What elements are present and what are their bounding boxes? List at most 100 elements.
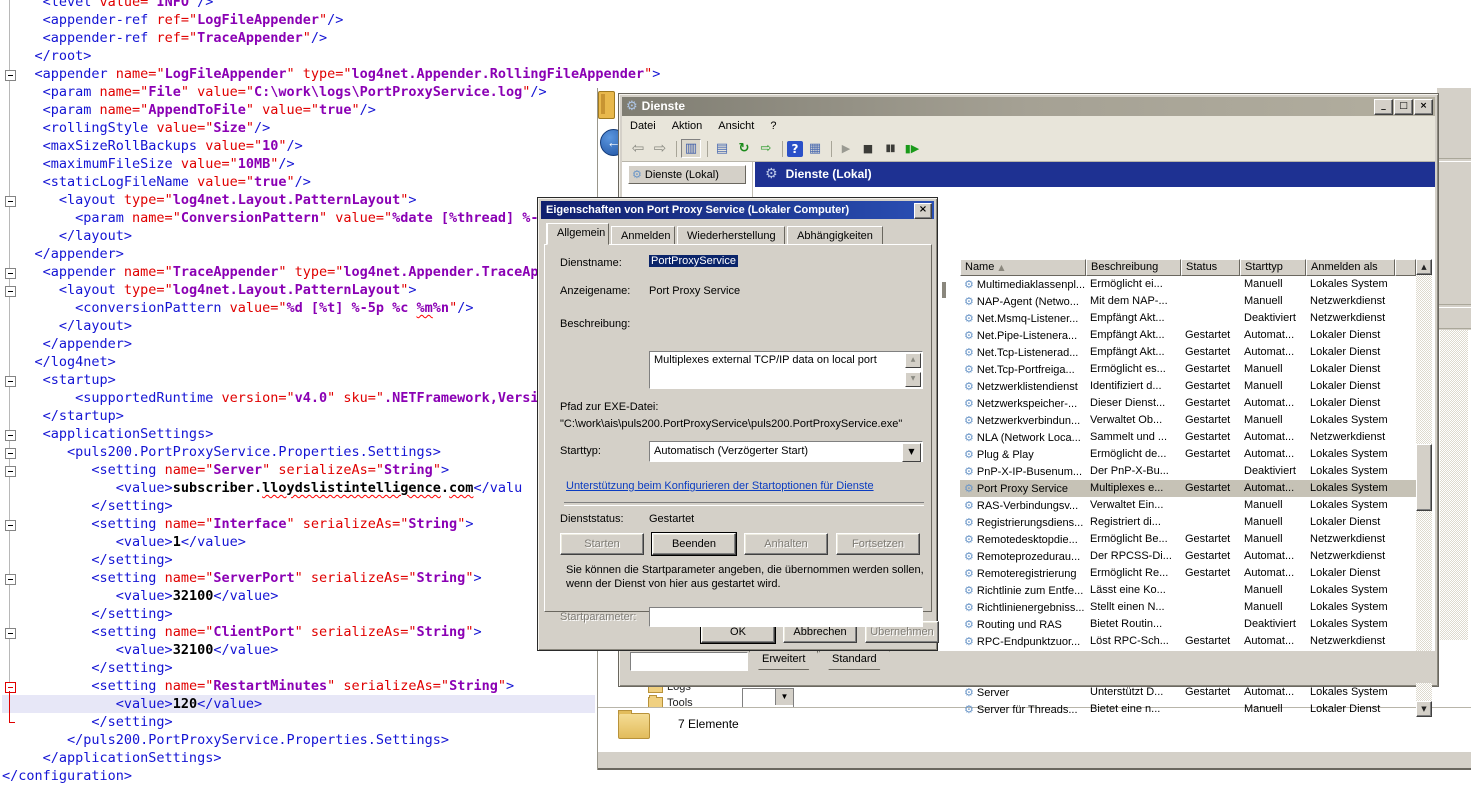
table-row[interactable]: ⚙Net.Tcp-Portfreiga...Ermöglicht es...Ge… <box>960 361 1416 378</box>
back-icon[interactable]: ⇦ <box>628 139 648 158</box>
combo-box[interactable]: ▼ <box>742 688 794 708</box>
table-row[interactable]: ⚙RPC-Endpunktzuor...Löst RPC-Sch...Gesta… <box>960 633 1416 650</box>
column-header-beschreibung[interactable]: Beschreibung <box>1086 259 1181 276</box>
export-list-icon[interactable]: ⇨ <box>756 139 776 158</box>
table-row[interactable]: ⚙Net.Msmq-Listener...Empfängt Akt...Deak… <box>960 310 1416 327</box>
table-row[interactable]: ⚙Netzwerkverbindun...Verwaltet Ob...Gest… <box>960 412 1416 429</box>
menu-?[interactable]: ? <box>762 116 784 136</box>
fold-collapse-icon[interactable] <box>5 448 16 459</box>
scroll-down-button[interactable]: ▼ <box>1416 701 1432 717</box>
show-console-tree-icon[interactable]: ▥ <box>681 139 701 158</box>
beenden-button[interactable]: Beenden <box>652 533 736 555</box>
properties-icon[interactable]: ▤ <box>712 139 732 158</box>
table-row[interactable]: ⚙Plug & PlayErmöglicht de...GestartetAut… <box>960 446 1416 463</box>
table-row[interactable]: ⚙Multimediaklassenpl...Ermöglicht ei...M… <box>960 276 1416 293</box>
fold-collapse-icon[interactable] <box>5 286 16 297</box>
scroll-up-button[interactable]: ▲ <box>1416 259 1432 275</box>
starten-button[interactable]: Starten <box>560 533 644 555</box>
tab-allgemein[interactable]: Allgemein <box>547 223 609 245</box>
cell-logon: Lokaler Dienst <box>1306 565 1395 582</box>
cell-start: Deaktiviert <box>1240 310 1306 327</box>
startoptions-help-link[interactable]: Unterstützung beim Konfigurieren der Sta… <box>566 480 874 492</box>
anhalten-button[interactable]: Anhalten <box>744 533 828 555</box>
start-service-icon[interactable]: ▶ <box>836 139 856 158</box>
table-row[interactable]: ⚙Net.Pipe-Listenera...Empfängt Akt...Ges… <box>960 327 1416 344</box>
filter-input[interactable] <box>630 652 748 671</box>
column-header-status[interactable]: Status <box>1181 259 1240 276</box>
column-header-starttyp[interactable]: Starttyp <box>1240 259 1306 276</box>
restart-service-icon[interactable]: ▮▶ <box>902 139 922 158</box>
maximize-button[interactable]: □ <box>1394 99 1413 115</box>
close-icon[interactable]: × <box>914 203 932 219</box>
fold-collapse-icon[interactable] <box>5 70 16 81</box>
scrollbar[interactable]: ▲ ▼ <box>1416 259 1432 717</box>
column-header-name[interactable]: Name▲ <box>960 259 1086 276</box>
tab-anmelden[interactable]: Anmelden <box>611 226 675 245</box>
table-row[interactable]: ⚙Port Proxy ServiceMultiplexes e...Gesta… <box>960 480 1416 497</box>
help-icon[interactable]: ? <box>787 141 803 157</box>
dialog-titlebar[interactable]: Eigenschaften von Port Proxy Service (Lo… <box>541 201 934 219</box>
forward-icon[interactable]: ⇨ <box>650 139 670 158</box>
fold-collapse-icon[interactable] <box>5 520 16 531</box>
table-row[interactable]: ⚙RAS-Verbindungsv...Verwaltet Ein...Manu… <box>960 497 1416 514</box>
explorer-scrollbar-track[interactable] <box>1440 330 1468 640</box>
tab-abhängigkeiten[interactable]: Abhängigkeiten <box>787 226 883 245</box>
fold-collapse-icon[interactable] <box>5 682 16 693</box>
cell-start: Deaktiviert <box>1240 463 1306 480</box>
table-row[interactable]: ⚙Remotedesktopdie...Ermöglicht Be...Gest… <box>960 531 1416 548</box>
chevron-down-icon[interactable]: ▼ <box>775 689 793 705</box>
code-line: <maxSizeRollBackups value="10"/> <box>2 137 660 155</box>
toolbar-separator <box>707 141 708 157</box>
starttype-select[interactable]: Automatisch (Verzögerter Start) ▼ <box>649 441 923 462</box>
tab-standard[interactable]: Standard <box>819 651 890 670</box>
tab-wiederherstellung[interactable]: Wiederherstellung <box>677 226 785 245</box>
fold-collapse-icon[interactable] <box>5 628 16 639</box>
minimize-button[interactable]: _ <box>1374 99 1393 115</box>
table-row[interactable]: ⚙NLA (Network Loca...Sammelt und ...Gest… <box>960 429 1416 446</box>
table-row[interactable]: ⚙ServerUnterstützt D...GestartetAutomat.… <box>960 684 1416 701</box>
panel-ridge <box>1437 304 1471 308</box>
fold-collapse-icon[interactable] <box>5 430 16 441</box>
fold-collapse-icon[interactable] <box>5 268 16 279</box>
table-row[interactable]: ⚙NAP-Agent (Netwo...Mit dem NAP-...Manue… <box>960 293 1416 310</box>
service-name-value[interactable]: PortProxyService <box>649 255 738 267</box>
menu-aktion[interactable]: Aktion <box>664 116 711 136</box>
fold-collapse-icon[interactable] <box>5 466 16 477</box>
service-gear-icon: ⚙ <box>964 703 974 716</box>
tab-erweitert[interactable]: Erweitert <box>749 651 818 670</box>
startparameter-hint: Sie können die Startparameter angeben, d… <box>566 563 934 591</box>
scroll-up-icon[interactable]: ▲ <box>905 353 921 368</box>
extended-view-icon[interactable]: ▦ <box>805 139 825 158</box>
fold-collapse-icon[interactable] <box>5 196 16 207</box>
scrollbar-thumb[interactable] <box>1416 444 1432 511</box>
table-row[interactable]: ⚙Registrierungsdiens...Registriert di...… <box>960 514 1416 531</box>
column-header-anmelden-als[interactable]: Anmelden als <box>1306 259 1395 276</box>
table-row[interactable]: ⚙Remoteprozedurau...Der RPCSS-Di...Gesta… <box>960 548 1416 565</box>
titlebar[interactable]: ⚙Dienste _□× <box>622 97 1435 116</box>
stop-service-icon[interactable]: ■ <box>858 139 878 158</box>
menu-datei[interactable]: Datei <box>622 116 664 136</box>
table-row[interactable]: ⚙Netzwerkspeicher-...Dieser Dienst...Ges… <box>960 395 1416 412</box>
cell-desc: Ermöglicht Be... <box>1086 531 1181 548</box>
table-row[interactable]: ⚙Routing und RASBietet Routin...Deaktivi… <box>960 616 1416 633</box>
close-button[interactable]: × <box>1414 99 1433 115</box>
table-row[interactable]: ⚙Server für Threads...Bietet eine n...Ma… <box>960 701 1416 718</box>
table-row[interactable]: ⚙Net.Tcp-Listenerad...Empfängt Akt...Ges… <box>960 344 1416 361</box>
menu-ansicht[interactable]: Ansicht <box>710 116 762 136</box>
chevron-down-icon[interactable]: ▼ <box>902 443 921 462</box>
scroll-down-icon[interactable]: ▼ <box>905 372 921 387</box>
tree-item-dienste-lokal[interactable]: ⚙Dienste (Lokal) <box>628 165 746 184</box>
refresh-icon[interactable]: ↻ <box>734 139 754 158</box>
table-row[interactable]: ⚙Richtlinie zum Entfe...Lässt eine Ko...… <box>960 582 1416 599</box>
table-row[interactable]: ⚙RemoteregistrierungErmöglicht Re...Gest… <box>960 565 1416 582</box>
splitter-handle[interactable] <box>942 282 946 298</box>
table-row[interactable]: ⚙Richtlinienergebniss...Stellt einen N..… <box>960 599 1416 616</box>
pause-service-icon[interactable]: ▮▮ <box>880 139 900 158</box>
fold-collapse-icon[interactable] <box>5 574 16 585</box>
description-field[interactable]: Multiplexes external TCP/IP data on loca… <box>649 351 923 389</box>
table-row[interactable]: ⚙PnP-X-IP-Busenum...Der PnP-X-Bu...Deakt… <box>960 463 1416 480</box>
table-row[interactable]: ⚙NetzwerklistendienstIdentifiziert d...G… <box>960 378 1416 395</box>
startparameter-input[interactable] <box>649 607 923 627</box>
fortsetzen-button[interactable]: Fortsetzen <box>836 533 920 555</box>
fold-collapse-icon[interactable] <box>5 376 16 387</box>
